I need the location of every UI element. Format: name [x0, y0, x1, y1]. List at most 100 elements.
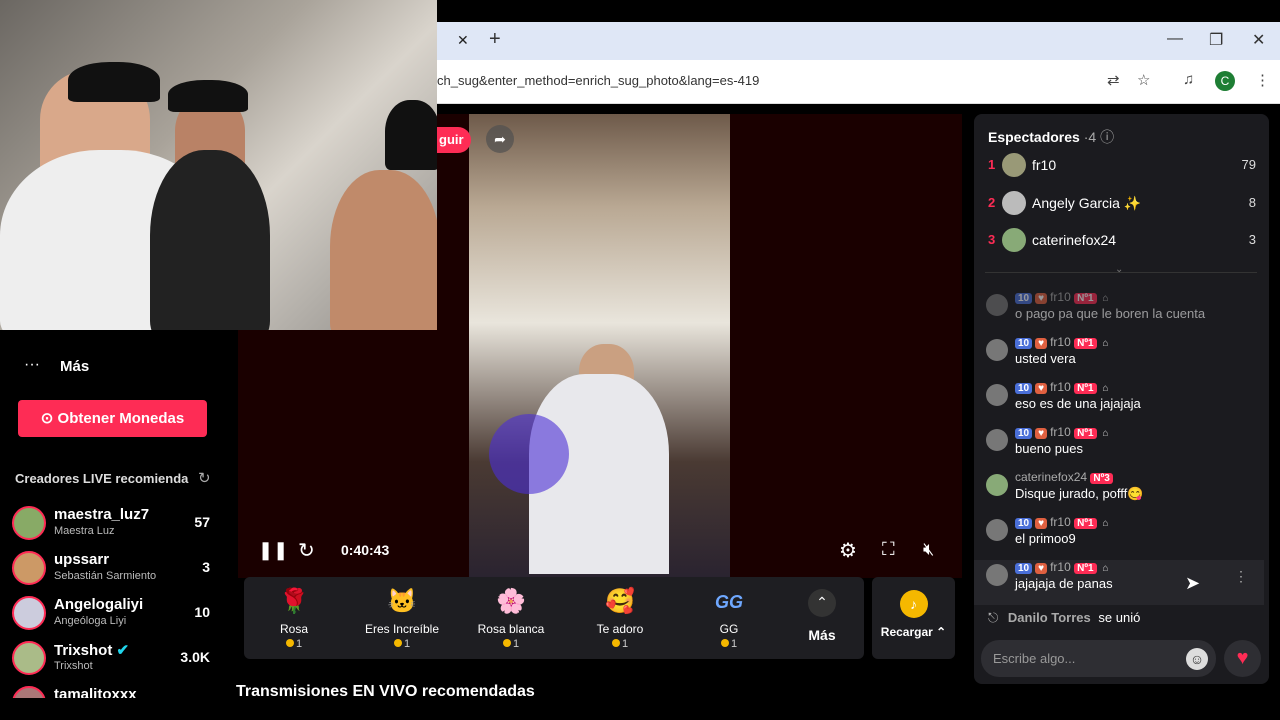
profile-avatar[interactable]: C — [1215, 71, 1235, 91]
address-bar[interactable]: ch_sug&enter_method=enrich_sug_photo&lan… — [437, 60, 1280, 104]
viewer-avatar — [1002, 191, 1026, 215]
creator-viewer-count: 10 — [194, 604, 210, 620]
chat-message[interactable]: caterinefox24 Nº3 Disque jurado, pofff😋 — [986, 470, 1261, 515]
gift-name: Te adoro — [596, 622, 644, 636]
creator-item[interactable]: Trixshot ✔ Trixshot 3.0K — [12, 639, 212, 681]
fullscreen-icon[interactable]: ⛶ — [882, 539, 895, 560]
follow-button[interactable]: guir — [437, 127, 471, 153]
heart-badge-icon: ♥ — [1035, 293, 1048, 304]
heart-badge-icon: ♥ — [1035, 338, 1048, 349]
bookmark-star-icon[interactable]: ☆ — [1137, 71, 1150, 89]
help-icon[interactable]: ⓘ — [1100, 129, 1114, 145]
creator-item[interactable]: maestra_luz7 Maestra Luz 57 — [12, 504, 212, 546]
viewer-name: fr10 — [1032, 157, 1057, 173]
gifts-more-button[interactable]: ⌃ Más — [772, 577, 872, 659]
gift-rosa-blanca[interactable]: 🌸 Rosa blanca 1 — [461, 577, 561, 659]
creator-item[interactable]: upssarr Sebastián Sarmiento 3 — [12, 549, 212, 591]
creator-avatar — [12, 686, 46, 698]
creator-name: upssarr — [54, 551, 110, 568]
chat-avatar — [986, 294, 1008, 316]
video-stream-frame[interactable] — [469, 114, 730, 578]
gift-price: 1 — [679, 638, 779, 650]
translate-icon[interactable]: ⇄ — [1107, 71, 1120, 89]
more-dots-icon[interactable]: ··· — [24, 356, 40, 374]
share-icon[interactable]: ➦ — [486, 125, 514, 153]
viewer-row[interactable]: 1 fr10 79 — [988, 151, 1260, 181]
cat-icon: 🐱 — [387, 588, 417, 615]
menu-kebab-icon[interactable]: ⋮ — [1255, 71, 1270, 89]
chat-message[interactable]: 10 ♥ fr10 Nº1 ⌂ bueno pues — [986, 425, 1261, 470]
creator-name: maestra_luz7 — [54, 506, 150, 523]
chat-message[interactable]: 10 ♥ fr10 Nº1 ⌂ usted vera — [986, 335, 1261, 380]
gift-te-adoro[interactable]: 🥰 Te adoro 1 — [570, 577, 670, 659]
viewer-score: 79 — [1241, 157, 1256, 172]
viewer-name: Angely Garcia ✨ — [1032, 195, 1142, 211]
emoji-icon[interactable]: ☺ — [1186, 648, 1208, 670]
white-rose-icon: 🌸 — [496, 588, 526, 615]
media-control-icon[interactable]: ♫ — [1183, 71, 1194, 88]
chat-message[interactable]: 10 ♥ fr10 Nº1 ⌂ eso es de una jajajaja — [986, 380, 1261, 425]
new-tab-button[interactable]: + — [489, 28, 501, 51]
chat-meta: 10 ♥ fr10 Nº1 ⌂ — [1015, 515, 1115, 529]
chat-panel: Espectadores ·4 ⓘ 1 fr10 79 2 Angely Gar… — [974, 114, 1269, 684]
mute-icon[interactable]: 🔇︎ — [923, 539, 934, 560]
viewer-row[interactable]: 3 caterinefox24 3 — [988, 226, 1260, 256]
gift-name: Eres Increíble — [364, 622, 440, 636]
viewer-rank: 2 — [988, 195, 996, 210]
gifts-more-label: Más — [808, 627, 836, 643]
coin-icon — [720, 639, 729, 647]
creator-item[interactable]: tamalitoxxx — [12, 684, 212, 698]
verified-icon: ✔ — [116, 642, 130, 659]
like-heart-button[interactable]: ♥ — [1224, 640, 1261, 677]
gift-gg[interactable]: GG GG 1 — [679, 577, 779, 659]
chat-message[interactable]: 10 ♥ fr10 Nº1 ⌂ o pago pa que le boren la c… — [986, 290, 1261, 335]
refresh-stream-icon[interactable]: ↻ — [298, 538, 315, 563]
join-notice: ⎋ Danilo Torres se unió — [988, 610, 1141, 625]
chat-message[interactable]: 10 ♥ fr10 Nº1 ⌂ el primoo9 — [986, 515, 1261, 560]
rose-icon: 🌹 — [279, 588, 309, 615]
creator-item[interactable]: Angelogaliyi Angeóloga Liyi 10 — [12, 594, 212, 636]
person2-cap — [168, 80, 248, 112]
expand-chevron-icon[interactable]: ⌄ — [1115, 264, 1123, 275]
creator-avatar — [12, 551, 46, 585]
pause-icon[interactable]: ❚❚ — [258, 540, 288, 561]
gift-price: 1 — [461, 638, 561, 650]
chat-message[interactable]: 10 ♥ fr10 Nº1 ⌂ jajajaja de panas ⋮ — [974, 560, 1264, 605]
person3-arm — [330, 170, 437, 330]
get-coins-label: Obtener Monedas — [57, 410, 185, 427]
chat-text: jajajaja de panas — [1015, 576, 1113, 591]
recharge-button[interactable]: ♪ Recargar ⌃ — [872, 577, 955, 659]
viewer-row[interactable]: 2 Angely Garcia ✨ 8 — [988, 189, 1260, 219]
message-options-icon[interactable]: ⋮ — [1234, 568, 1248, 585]
person3-cap — [385, 100, 437, 170]
home-icon: ⌂ — [1102, 383, 1109, 394]
gift-name: Rosa — [279, 622, 308, 636]
sidebar-more-link[interactable]: Más — [60, 358, 89, 375]
chat-input[interactable]: Escribe algo... ☺ — [981, 640, 1216, 677]
gift-eres-increible[interactable]: 🐱 Eres Increíble 1 — [352, 577, 452, 659]
join-door-icon: ⎋ — [988, 610, 999, 625]
viewers-title: Espectadores ·4 ⓘ — [988, 129, 1115, 145]
heart-badge-icon: ♥ — [1035, 518, 1048, 529]
chat-text: usted vera — [1015, 351, 1076, 366]
tiktok-icon: ⊙ — [40, 410, 58, 427]
restore-window-button[interactable]: ❐ — [1209, 30, 1223, 50]
webcam-overlay — [0, 0, 437, 330]
chat-meta: 10 ♥ fr10 Nº1 ⌂ — [1015, 560, 1115, 574]
coin-icon — [285, 639, 294, 647]
chat-meta: 10 ♥ fr10 Nº1 ⌂ — [1015, 425, 1115, 439]
url-text[interactable]: ch_sug&enter_method=enrich_sug_photo&lan… — [437, 73, 759, 88]
settings-gear-icon[interactable]: ⚙ — [839, 538, 857, 563]
browser-tab-strip: ✕ + — ❐ ✕ — [437, 22, 1280, 60]
get-coins-button[interactable]: ⊙ Obtener Monedas — [18, 400, 207, 437]
refresh-icon[interactable]: ↻ — [198, 469, 211, 487]
gift-rosa[interactable]: 🌹 Rosa 1 — [244, 577, 344, 659]
gift-price: 1 — [244, 638, 344, 650]
home-icon: ⌂ — [1102, 428, 1109, 439]
close-window-button[interactable]: ✕ — [1252, 30, 1265, 50]
creator-name: Trixshot ✔ — [54, 642, 130, 659]
minimize-window-button[interactable]: — — [1167, 30, 1183, 48]
close-tab-icon[interactable]: ✕ — [457, 32, 469, 49]
gift-name: GG — [719, 622, 739, 636]
creator-viewer-count: 57 — [194, 514, 210, 530]
